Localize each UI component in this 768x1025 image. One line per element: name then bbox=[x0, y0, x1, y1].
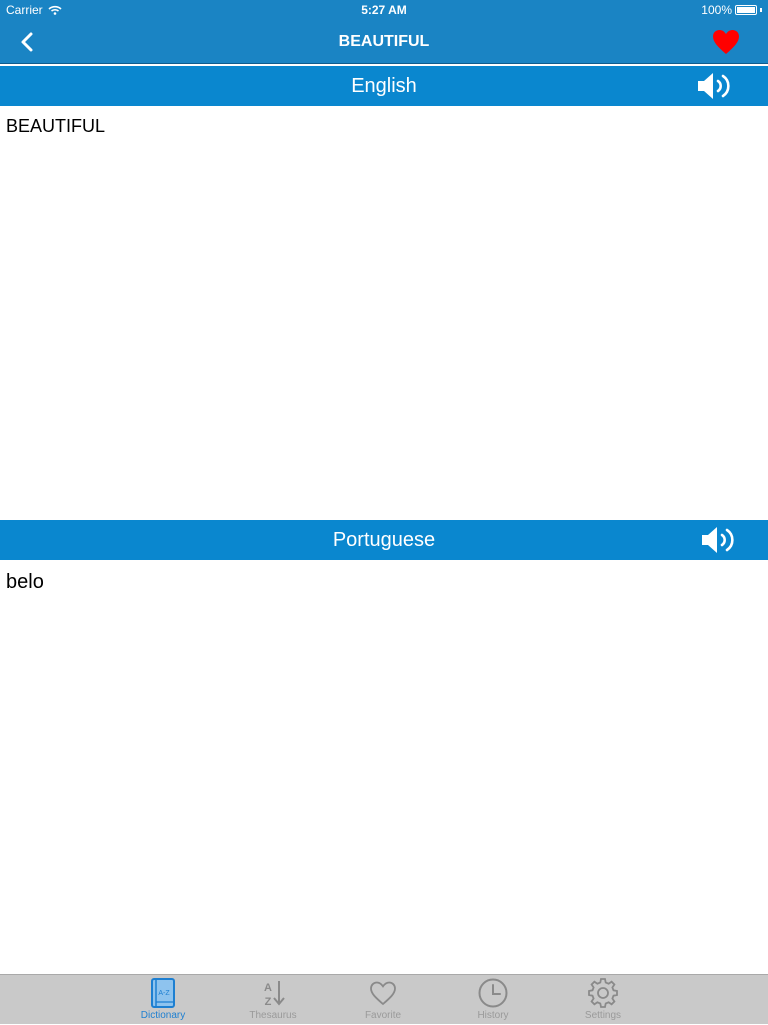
status-bar: Carrier 5:27 AM 100% bbox=[0, 0, 768, 20]
battery-tip bbox=[760, 8, 762, 12]
tab-history[interactable]: History bbox=[453, 975, 533, 1025]
page-title: BEAUTIFUL bbox=[338, 33, 430, 50]
tab-label: History bbox=[477, 1010, 509, 1021]
target-speaker-button[interactable] bbox=[700, 524, 740, 556]
speaker-icon bbox=[702, 527, 734, 553]
heart-outline-icon bbox=[370, 981, 396, 1006]
tab-bar: A-Z Dictionary A Z Thesaurus Favorite Hi… bbox=[0, 974, 768, 1024]
battery-icon bbox=[735, 5, 757, 15]
target-language-label: Portuguese bbox=[332, 529, 436, 551]
speaker-icon bbox=[698, 73, 730, 99]
svg-text:A: A bbox=[264, 982, 272, 994]
tab-label: Favorite bbox=[364, 1010, 402, 1021]
svg-text:A-Z: A-Z bbox=[158, 990, 170, 997]
gear-icon bbox=[588, 978, 618, 1008]
favorite-button[interactable] bbox=[712, 29, 740, 55]
dictionary-book-icon: A-Z bbox=[151, 978, 175, 1008]
heart-icon bbox=[713, 30, 739, 54]
navigation-bar: BEAUTIFUL bbox=[0, 20, 768, 64]
source-speaker-button[interactable] bbox=[696, 70, 736, 102]
battery-indicator: 100% bbox=[701, 3, 762, 17]
tab-label: Settings bbox=[584, 1010, 622, 1021]
tab-settings[interactable]: Settings bbox=[563, 975, 643, 1025]
status-time: 5:27 AM bbox=[361, 3, 407, 17]
tab-label: Dictionary bbox=[140, 1010, 186, 1021]
tab-dictionary[interactable]: A-Z Dictionary bbox=[123, 975, 203, 1025]
svg-text:Z: Z bbox=[265, 996, 272, 1008]
tab-favorite[interactable]: Favorite bbox=[343, 975, 423, 1025]
source-language-label: English bbox=[351, 75, 417, 97]
clock-icon bbox=[478, 978, 508, 1008]
source-text: BEAUTIFUL bbox=[6, 116, 106, 136]
target-language-bar: Portuguese bbox=[0, 520, 768, 560]
tab-thesaurus[interactable]: A Z Thesaurus bbox=[233, 975, 313, 1025]
az-sort-icon: A Z bbox=[264, 981, 285, 1008]
battery-percent: 100% bbox=[701, 3, 732, 17]
source-language-bar: English bbox=[0, 66, 768, 106]
tab-label: Thesaurus bbox=[249, 1010, 297, 1021]
target-text: belo bbox=[6, 571, 44, 593]
